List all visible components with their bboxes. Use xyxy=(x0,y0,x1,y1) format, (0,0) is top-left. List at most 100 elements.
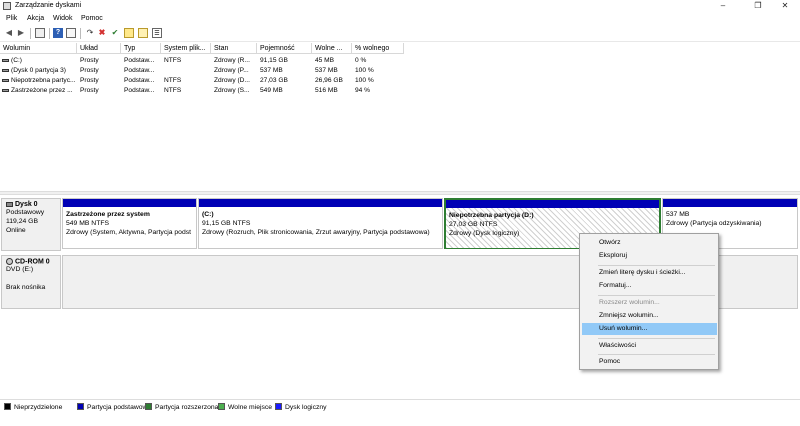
menu-item-otworz[interactable]: Otwórz xyxy=(582,237,717,249)
disk-0-type: Podstawowy xyxy=(6,209,45,216)
legend-swatch xyxy=(145,403,152,410)
cdrom-0-media: Brak nośnika xyxy=(6,284,46,292)
volume-icon xyxy=(2,88,9,92)
menu-item-eksploruj[interactable]: Eksploruj xyxy=(582,250,717,262)
disk-0-label[interactable]: Dysk 0 Podstawowy 119,24 GB Online xyxy=(1,198,61,251)
menu-separator xyxy=(598,354,715,355)
cell-status: Zdrowy (S... xyxy=(214,87,250,94)
menu-item-change-letter[interactable]: Zmień literę dysku i ścieżki... xyxy=(582,267,717,279)
title-bar: Zarządzanie dyskami – ❐ ✕ xyxy=(0,0,800,13)
delete-icon[interactable]: ✖ xyxy=(97,28,107,38)
cell-filesystem: NTFS xyxy=(164,57,182,64)
context-menu: Otwórz Eksploruj Zmień literę dysku i śc… xyxy=(579,233,719,370)
menu-pomoc[interactable]: Pomoc xyxy=(81,15,103,22)
check-icon[interactable]: ✔ xyxy=(110,28,120,38)
new-icon[interactable] xyxy=(124,28,134,38)
menu-widok[interactable]: Widok xyxy=(53,15,72,22)
cell-layout: Prosty xyxy=(80,77,99,84)
list-icon[interactable]: ☰ xyxy=(152,28,162,38)
cell-filesystem: NTFS xyxy=(164,87,182,94)
toolbar: ◀ ▶ ? ↷ ✖ ✔ ☰ xyxy=(0,25,800,42)
close-button[interactable]: ✕ xyxy=(770,0,800,13)
partition-size: 537 MB xyxy=(666,211,690,218)
console-icon[interactable] xyxy=(35,28,45,38)
partition-status: Zdrowy (System, Aktywna, Partycja podst xyxy=(66,229,192,236)
legend-swatch xyxy=(275,403,282,410)
properties-icon[interactable] xyxy=(66,28,76,38)
maximize-button[interactable]: ❐ xyxy=(743,0,773,13)
header-stan[interactable]: Stan xyxy=(211,43,257,54)
cell-capacity: 91,15 GB xyxy=(260,57,288,64)
volume-icon xyxy=(2,68,9,72)
legend-item: Partycja rozszerzona xyxy=(145,403,218,412)
cdrom-0-name: CD-ROM 0 xyxy=(15,258,50,266)
cell-layout: Prosty xyxy=(80,67,99,74)
cell-type: Podstaw... xyxy=(124,57,155,64)
legend-swatch xyxy=(77,403,84,410)
legend-item: Nieprzydzielone xyxy=(4,403,62,412)
header-procent-wolnego[interactable]: % wolnego xyxy=(352,43,404,54)
partition-c[interactable]: (C:) 91,15 GB NTFS Zdrowy (Rozruch, Plik… xyxy=(198,198,443,249)
table-row[interactable]: Zastrzeżone przez ... Prosty Podstaw... … xyxy=(0,86,800,95)
cell-volume: (C:) xyxy=(11,57,22,64)
cell-volume: (Dysk 0 partycja 3) xyxy=(11,67,66,74)
disk-0-name: Dysk 0 xyxy=(15,201,38,208)
legend-item: Dysk logiczny xyxy=(275,403,327,412)
menu-item-formatuj[interactable]: Formatuj... xyxy=(582,280,717,292)
partition-title: Niepotrzebna partycja (D:) xyxy=(449,212,534,219)
cell-capacity: 27,03 GB xyxy=(260,77,288,84)
table-row[interactable]: Niepotrzebna partyc... Prosty Podstaw...… xyxy=(0,76,800,85)
legend-item: Partycja podstawowa xyxy=(77,403,151,412)
cell-layout: Prosty xyxy=(80,57,99,64)
cell-type: Podstaw... xyxy=(124,67,155,74)
menu-item-properties[interactable]: Właściwości xyxy=(582,340,717,352)
partition-size: 27,03 GB NTFS xyxy=(449,221,498,228)
partition-title: (C:) xyxy=(202,211,214,218)
cell-capacity: 537 MB xyxy=(260,67,283,74)
menu-plik[interactable]: Plik xyxy=(6,15,17,22)
connect-icon[interactable]: ↷ xyxy=(85,28,95,38)
cell-type: Podstaw... xyxy=(124,87,155,94)
header-wolumin[interactable]: Wolumin xyxy=(0,43,77,54)
cell-free-percent: 94 % xyxy=(355,87,371,94)
menu-akcja[interactable]: Akcja xyxy=(27,15,44,22)
header-wolne[interactable]: Wolne ... xyxy=(312,43,352,54)
header-pojemnosc[interactable]: Pojemność xyxy=(257,43,312,54)
cdrom-0-label[interactable]: CD-ROM 0 DVD (E:) Brak nośnika xyxy=(1,255,61,309)
volume-icon xyxy=(2,78,9,82)
cell-filesystem xyxy=(162,66,212,75)
minimize-button[interactable]: – xyxy=(708,0,738,13)
disk-icon xyxy=(6,201,13,207)
import-icon[interactable] xyxy=(138,28,148,38)
menu-item-delete-volume[interactable]: Usuń wolumin... xyxy=(582,323,717,335)
help-icon[interactable]: ? xyxy=(53,28,63,38)
cell-free-percent: 0 % xyxy=(355,57,367,64)
forward-icon[interactable]: ▶ xyxy=(16,28,26,38)
table-row[interactable]: (C:) Prosty Podstaw... NTFS Zdrowy (R...… xyxy=(0,56,800,65)
volume-table: Wolumin Układ Typ System plik... Stan Po… xyxy=(0,43,800,191)
menu-item-extend-volume: Rozszerz wolumin... xyxy=(599,299,660,306)
disk-0-state: Online xyxy=(6,227,26,234)
header-uklad[interactable]: Układ xyxy=(77,43,121,54)
cell-volume: Niepotrzebna partyc... xyxy=(11,77,76,84)
cell-free-percent: 100 % xyxy=(355,67,374,74)
header-typ[interactable]: Typ xyxy=(121,43,161,54)
menu-separator xyxy=(598,265,715,266)
cell-volume: Zastrzeżone przez ... xyxy=(11,87,73,94)
disk-management-app-icon xyxy=(3,2,11,10)
cell-free-percent: 100 % xyxy=(355,77,374,84)
partition-system-reserved[interactable]: Zastrzeżone przez system 549 MB NTFS Zdr… xyxy=(62,198,197,249)
menu-item-help[interactable]: Pomoc xyxy=(582,356,717,368)
cell-capacity: 549 MB xyxy=(260,87,283,94)
menu-separator xyxy=(598,338,715,339)
table-row[interactable]: (Dysk 0 partycja 3) Prosty Podstaw... Zd… xyxy=(0,66,800,75)
header-system-plikow[interactable]: System plik... xyxy=(161,43,211,54)
cell-filesystem: NTFS xyxy=(164,77,182,84)
legend: Nieprzydzielone Partycja podstawowa Part… xyxy=(0,399,800,413)
cell-status: Zdrowy (D... xyxy=(214,77,250,84)
volume-icon xyxy=(2,58,9,62)
menu-item-shrink-volume[interactable]: Zmniejsz wolumin... xyxy=(582,310,717,322)
cell-free: 26,96 GB xyxy=(315,77,343,84)
cell-free: 516 MB xyxy=(315,87,338,94)
back-icon[interactable]: ◀ xyxy=(4,28,14,38)
